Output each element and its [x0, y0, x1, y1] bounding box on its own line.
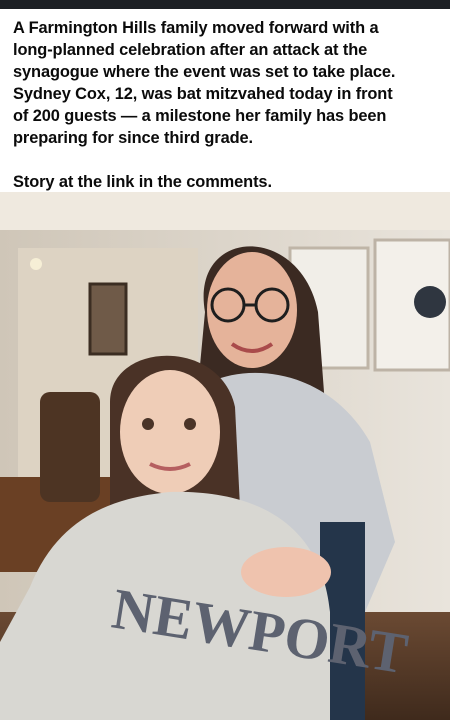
ceiling-light — [30, 258, 42, 270]
post-caption-block: A Farmington Hills family moved forward … — [13, 17, 443, 193]
framed-photo-left — [88, 282, 128, 356]
wreath-decor — [414, 286, 446, 318]
photo-illustration: NEWPORT — [0, 192, 450, 720]
status-bar — [0, 0, 450, 9]
chair-back — [40, 392, 100, 502]
mother-hands — [241, 547, 331, 597]
post-cta[interactable]: Story at the link in the comments. — [13, 171, 443, 193]
daughter-face — [120, 370, 220, 494]
post-photo[interactable]: NEWPORT — [0, 192, 450, 720]
post-caption: A Farmington Hills family moved forward … — [13, 19, 396, 147]
ceiling — [0, 192, 450, 230]
